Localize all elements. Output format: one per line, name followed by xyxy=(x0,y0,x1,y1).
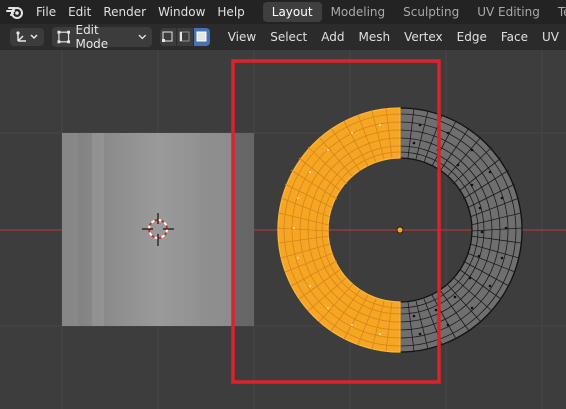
editor-type-button[interactable] xyxy=(10,28,44,46)
edge-select-icon xyxy=(179,31,190,42)
tab-modeling[interactable]: Modeling xyxy=(322,2,395,22)
menu-help[interactable]: Help xyxy=(211,0,250,24)
vertex-select-button[interactable] xyxy=(159,28,176,46)
3d-viewport[interactable] xyxy=(0,50,566,409)
menu-file[interactable]: File xyxy=(30,0,62,24)
blender-logo-icon[interactable] xyxy=(6,3,24,21)
workspace-tabs: Layout Modeling Sculpting UV Editing Tex xyxy=(262,2,566,22)
tab-texture-paint[interactable]: Tex xyxy=(549,2,566,22)
menu-edge[interactable]: Edge xyxy=(450,24,494,50)
menu-uv[interactable]: UV xyxy=(535,24,566,50)
menu-view[interactable]: View xyxy=(221,24,263,50)
tab-uv-editing[interactable]: UV Editing xyxy=(468,2,549,22)
tab-sculpting[interactable]: Sculpting xyxy=(394,2,468,22)
mode-label: Edit Mode xyxy=(75,24,109,50)
tab-layout[interactable]: Layout xyxy=(262,2,322,22)
viewport-header: Edit Mode View Select Add Mesh Vertex Ed… xyxy=(0,24,566,50)
vertex-select-icon xyxy=(161,31,173,42)
menu-add[interactable]: Add xyxy=(314,24,351,50)
menu-edit[interactable]: Edit xyxy=(62,0,97,24)
top-bar: File Edit Render Window Help Layout Mode… xyxy=(0,0,566,24)
menu-mesh[interactable]: Mesh xyxy=(351,24,397,50)
plane-object[interactable] xyxy=(62,133,254,326)
menu-render[interactable]: Render xyxy=(97,0,152,24)
chevron-down-icon xyxy=(138,34,147,40)
menu-face[interactable]: Face xyxy=(494,24,535,50)
edge-select-button[interactable] xyxy=(176,28,193,46)
object-origin-point[interactable] xyxy=(396,226,404,234)
menu-window[interactable]: Window xyxy=(152,0,211,24)
edit-mode-icon xyxy=(57,30,71,44)
face-select-button[interactable] xyxy=(193,28,210,46)
select-mode-group xyxy=(159,28,211,46)
face-select-icon xyxy=(196,31,207,42)
header-menus: View Select Add Mesh Vertex Edge Face UV xyxy=(221,24,566,50)
menu-vertex[interactable]: Vertex xyxy=(397,24,450,50)
menu-select[interactable]: Select xyxy=(263,24,314,50)
transform-gizmo-icon xyxy=(16,31,38,42)
mode-dropdown[interactable]: Edit Mode xyxy=(52,24,152,50)
